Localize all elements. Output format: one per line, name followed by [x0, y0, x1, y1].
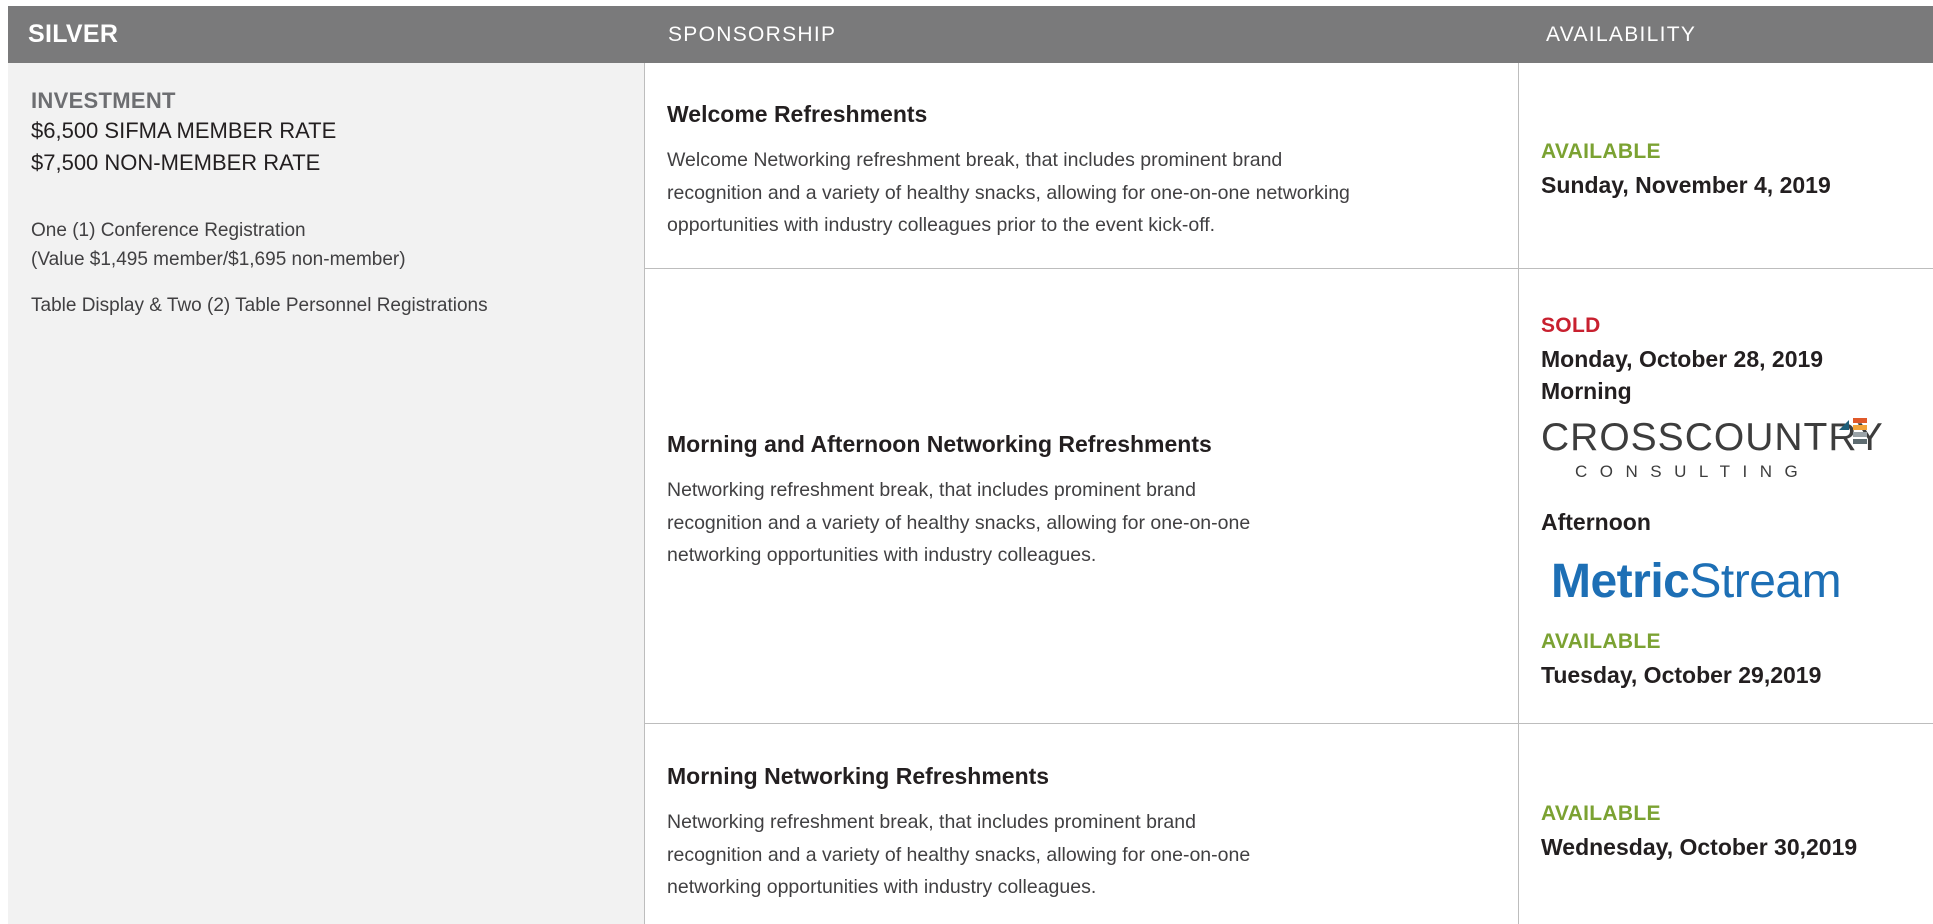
sponsorship-title: Welcome Refreshments: [667, 101, 928, 127]
description-line: recognition and a variety of healthy sna…: [667, 181, 1350, 204]
investment-label: INVESTMENT: [31, 88, 176, 113]
benefit-table-display: Table Display & Two (2) Table Personnel …: [31, 295, 488, 316]
description-line: recognition and a variety of healthy sna…: [667, 843, 1251, 866]
sponsorship-description: Networking refreshment break, that inclu…: [667, 806, 1250, 904]
sponsorship-description: Networking refreshment break, that inclu…: [667, 474, 1250, 572]
table-header: SILVER SPONSORSHIP AVAILABILITY: [8, 6, 1933, 63]
sponsorship-table: SILVER SPONSORSHIP AVAILABILITY INVESTME…: [8, 6, 1933, 924]
crosscountry-logo: CROSSCOUNTRY CONSULTING: [1541, 416, 1884, 490]
status-badge: AVAILABLE: [1541, 140, 1661, 163]
benefit-line: One (1) Conference Registration: [31, 220, 306, 241]
non-member-rate: $7,500 NON-MEMBER RATE: [31, 150, 321, 175]
member-rate: $6,500 SIFMA MEMBER RATE: [31, 118, 337, 143]
description-line: Welcome Networking refreshment break, th…: [667, 149, 1283, 171]
status-badge: SOLD: [1541, 314, 1601, 337]
investment-column: [8, 63, 644, 924]
crosscountry-mark-icon: [1839, 418, 1867, 444]
crosscountry-logo-main: CROSSCOUNTRY: [1541, 416, 1884, 459]
description-line: Networking refreshment break, that inclu…: [667, 479, 1196, 501]
sponsorship-title: Morning Networking Refreshments: [667, 763, 1050, 789]
description-line: recognition and a variety of healthy sna…: [667, 511, 1251, 534]
description-line: networking opportunities with industry c…: [667, 544, 1097, 566]
sponsorship-description: Welcome Networking refreshment break, th…: [667, 144, 1350, 242]
row-divider: [644, 268, 1933, 269]
metricstream-logo-light: Stream: [1689, 555, 1842, 608]
session-morning: Morning: [1541, 378, 1632, 404]
session-afternoon: Afternoon: [1541, 509, 1651, 535]
description-line: opportunities with industry colleagues p…: [667, 214, 1216, 236]
sponsorship-date: Wednesday, October 30,2019: [1541, 834, 1858, 860]
metricstream-logo: MetricStream: [1551, 554, 1842, 609]
benefit-registration: One (1) Conference Registration (Value $…: [31, 216, 406, 274]
description-line: networking opportunities with industry c…: [667, 876, 1097, 898]
metricstream-logo-bold: Metric: [1551, 555, 1690, 608]
column-divider: [1518, 63, 1519, 924]
description-line: Networking refreshment break, that inclu…: [667, 811, 1196, 833]
sponsorship-date: Monday, October 28, 2019: [1541, 346, 1824, 372]
status-badge: AVAILABLE: [1541, 802, 1661, 825]
sponsorship-date: Sunday, November 4, 2019: [1541, 172, 1831, 198]
sponsorship-date: Tuesday, October 29,2019: [1541, 662, 1822, 688]
tier-heading: SILVER: [28, 20, 119, 48]
availability-heading: AVAILABILITY: [1546, 23, 1697, 46]
sponsorship-heading: SPONSORSHIP: [668, 23, 837, 46]
status-badge: AVAILABLE: [1541, 630, 1661, 653]
crosscountry-logo-sub: CONSULTING: [1575, 462, 1811, 481]
column-divider: [644, 63, 645, 924]
benefit-line: (Value $1,495 member/$1,695 non-member): [31, 249, 406, 270]
sponsorship-title: Morning and Afternoon Networking Refresh…: [667, 431, 1212, 457]
row-divider: [644, 723, 1933, 724]
